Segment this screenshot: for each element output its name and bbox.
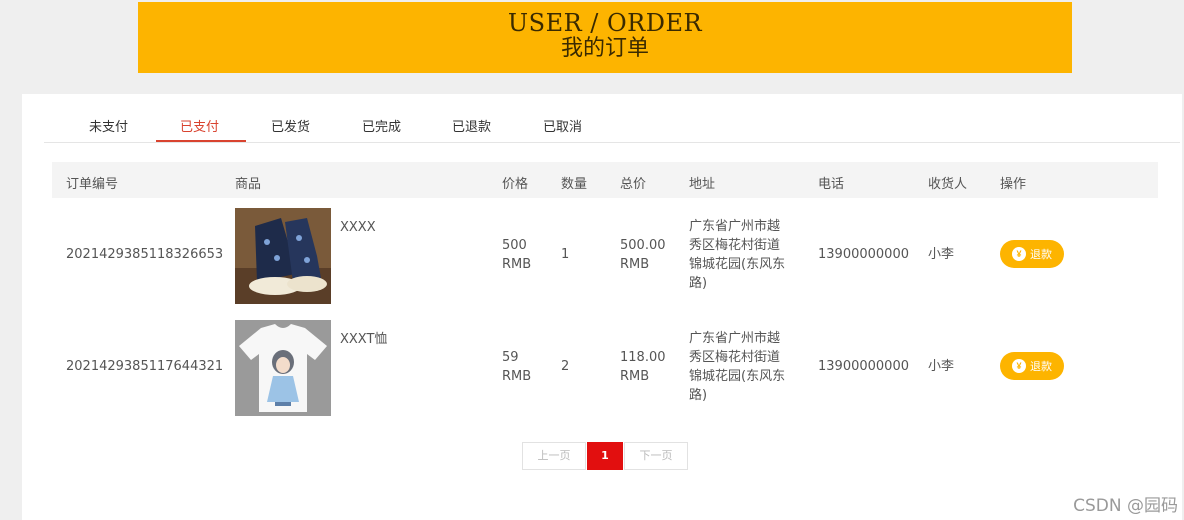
table-row: 2021429385118326653 XXXX 500 RMB 1 500.0… xyxy=(52,206,1158,312)
header-total: 总价 xyxy=(620,177,647,192)
address-line: 路) xyxy=(689,388,708,403)
header-address: 地址 xyxy=(689,177,716,192)
refund-button-label: 退款 xyxy=(1030,249,1052,261)
product-name[interactable]: XXXX xyxy=(340,218,376,237)
table-header: 订单编号 商品 价格 数量 总价 地址 电话 收货人 操作 xyxy=(52,162,1158,198)
price-unit: RMB xyxy=(502,369,532,384)
header-action: 操作 xyxy=(1000,177,1027,192)
page-1-button[interactable]: 1 xyxy=(587,442,623,470)
banner-title-zh: 我的订单 xyxy=(560,36,649,61)
next-page-button[interactable]: 下一页 xyxy=(624,442,688,470)
address-line: 锦城花园(东风东 xyxy=(689,369,786,384)
header-receiver: 收货人 xyxy=(928,177,968,192)
tab-shipped[interactable]: 已发货 xyxy=(271,116,310,135)
tab-refunded[interactable]: 已退款 xyxy=(452,116,491,135)
address-line: 广东省广州市越 xyxy=(689,331,781,346)
tshirt-image[interactable] xyxy=(235,320,331,416)
table-row: 2021429385117644321 XXXT恤 59 RMB 2 118.0… xyxy=(52,318,1158,424)
refund-button[interactable]: ¥ 退款 xyxy=(1000,240,1064,268)
banner-title-en: USER / ORDER xyxy=(507,9,703,37)
phone-number: 13900000000 xyxy=(818,247,909,262)
total-unit: RMB xyxy=(620,369,650,384)
header-order-no: 订单编号 xyxy=(66,177,119,192)
refund-button[interactable]: ¥ 退款 xyxy=(1000,352,1064,380)
header-product: 商品 xyxy=(235,177,262,192)
page-banner: USER / ORDER 我的订单 xyxy=(138,2,1072,73)
address-line: 路) xyxy=(689,276,708,291)
product-name[interactable]: XXXT恤 xyxy=(340,330,387,349)
address-line: 秀区梅花村街道 xyxy=(689,238,781,253)
address-line: 广东省广州市越 xyxy=(689,219,781,234)
phone-number: 13900000000 xyxy=(818,359,909,374)
tab-paid[interactable]: 已支付 xyxy=(180,116,219,135)
yen-icon: ¥ xyxy=(1012,247,1026,261)
sneaker-image[interactable] xyxy=(235,208,331,304)
watermark: CSDN @园码 xyxy=(1073,496,1178,516)
total-value: 118.00 xyxy=(620,350,666,365)
address-line: 秀区梅花村街道 xyxy=(689,350,781,365)
receiver-name: 小李 xyxy=(928,359,955,374)
tab-cancelled[interactable]: 已取消 xyxy=(543,116,582,135)
price-unit: RMB xyxy=(502,257,532,272)
price-value: 500 xyxy=(502,238,527,253)
quantity: 1 xyxy=(561,247,570,262)
receiver-name: 小李 xyxy=(928,247,955,262)
tab-completed[interactable]: 已完成 xyxy=(362,116,401,135)
refund-button-label: 退款 xyxy=(1030,361,1052,373)
orders-panel: 未支付 已支付 已发货 已完成 已退款 已取消 订单编号 商品 价格 数量 总价… xyxy=(22,94,1182,520)
prev-page-button[interactable]: 上一页 xyxy=(522,442,586,470)
quantity: 2 xyxy=(561,359,570,374)
order-number: 2021429385118326653 xyxy=(66,247,224,262)
tab-unpaid[interactable]: 未支付 xyxy=(89,116,128,135)
total-unit: RMB xyxy=(620,257,650,272)
address-line: 锦城花园(东风东 xyxy=(689,257,786,272)
active-tab-indicator xyxy=(156,140,246,142)
order-status-tabs: 未支付 已支付 已发货 已完成 已退款 已取消 xyxy=(44,94,1180,143)
header-price: 价格 xyxy=(502,177,529,192)
header-qty: 数量 xyxy=(561,177,588,192)
order-number: 2021429385117644321 xyxy=(66,359,224,374)
total-value: 500.00 xyxy=(620,238,666,253)
price-value: 59 xyxy=(502,350,519,365)
yen-icon: ¥ xyxy=(1012,359,1026,373)
header-phone: 电话 xyxy=(818,177,845,192)
